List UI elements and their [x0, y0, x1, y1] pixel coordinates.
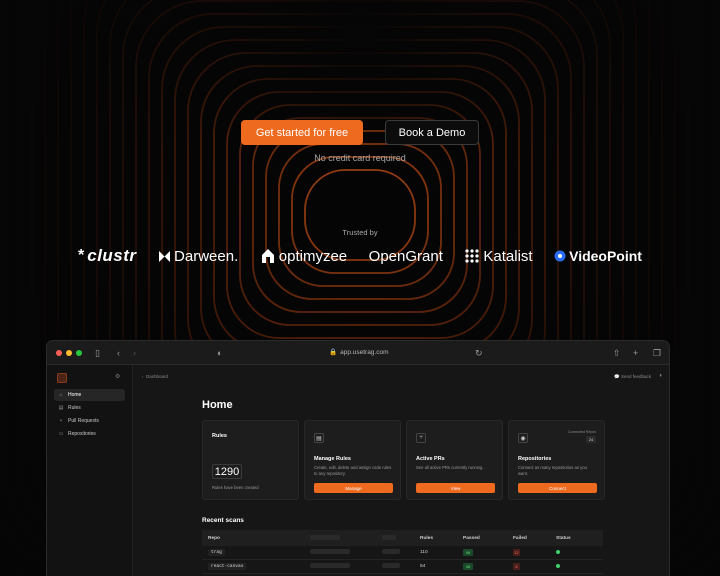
sidebar-toggle-icon[interactable]: ▯ [95, 347, 100, 359]
card-description: Connect as many repositories as you want… [518, 465, 587, 476]
new-tab-icon[interactable]: + [633, 347, 638, 359]
logo-opengrant: OpenGrant [368, 247, 443, 265]
card-description: Create, edit, delete and assign code rul… [314, 465, 392, 476]
rules-icon: ▤ [58, 405, 64, 411]
url-text: app.usetrag.com [340, 348, 389, 356]
column-header-status: Status [556, 535, 571, 541]
column-header-rules: Rules [420, 535, 434, 541]
book-demo-button[interactable]: Book a Demo [385, 120, 479, 145]
trusted-logos: * clustr Darween. optimyzee OpenGrant Ka… [78, 244, 642, 268]
darween-mark-icon [159, 250, 171, 262]
send-feedback-link[interactable]: 💬 Send feedback [614, 374, 651, 380]
rules-count-cell: 54 [420, 564, 426, 569]
videopoint-mark-icon [554, 250, 566, 262]
logo-videopoint: VideoPoint [554, 248, 642, 264]
card-description: See all active PRs currently running. [416, 465, 484, 470]
address-bar[interactable]: 🔒 app.usetrag.com [329, 348, 389, 357]
rules-count-note: Rules have been created [212, 485, 259, 490]
github-icon: ◉ [518, 433, 528, 443]
get-started-button[interactable]: Get started for free [241, 120, 363, 145]
theme-toggle-icon[interactable]: ◑ [658, 373, 662, 379]
asterisk-icon: * [78, 247, 85, 264]
active-prs-card: ⑂ Active PRs See all active PRs currentl… [406, 420, 503, 500]
no-credit-card-note: No credit card required [314, 153, 406, 163]
rules-count: 1290 [212, 464, 242, 479]
logo-katalist: Katalist [464, 248, 533, 265]
share-icon[interactable]: ⇧ [613, 347, 621, 359]
passed-badge: 48 [463, 563, 473, 570]
page-title: Home [202, 399, 233, 411]
sidebar-item-repositories[interactable]: ▭ Repositories [54, 428, 125, 440]
trusted-by-label: Trusted by [342, 228, 378, 237]
main-content: ‹ Dashboard 💬 Send feedback ◑ Home Rules… [134, 365, 669, 576]
optimyzee-mark-icon [261, 249, 274, 263]
sidebar-item-label: Repositories [68, 431, 96, 437]
column-header-passed: Passed [463, 535, 480, 541]
table-row[interactable]: trag 110 98 12 [202, 546, 603, 560]
rules-summary-card: Rules 1290 Rules have been created [202, 420, 299, 500]
rules-doc-icon: ▤ [314, 433, 324, 443]
sidebar-item-label: Home [68, 392, 82, 398]
connected-repos-info: Connected Repos 24 [567, 430, 596, 443]
rules-count-cell: 110 [420, 550, 428, 555]
logo-darween: Darween. [158, 248, 238, 265]
back-icon[interactable]: ‹ [117, 347, 120, 359]
browser-titlebar: ▯ ‹ › ◐ 🔒 app.usetrag.com ↻ ⇧ + ❐ [47, 341, 669, 365]
lock-icon: 🔒 [329, 349, 338, 356]
recent-scans-title: Recent scans [202, 517, 244, 524]
background-ring [252, 117, 468, 313]
recent-scans-table: Repo Rules Passed Failed Status trag 110… [202, 530, 603, 574]
tabs-overview-icon[interactable]: ❐ [653, 347, 661, 359]
passed-badge: 98 [463, 549, 473, 556]
maximize-window-dot[interactable] [76, 349, 82, 356]
connect-button[interactable]: Connect [518, 483, 597, 493]
table-row[interactable]: react-canvas 54 48 6 [202, 560, 603, 574]
sidebar: ⚙ ⌂ Home ▤ Rules ⑂ Pull Requests ▭ Repos… [47, 365, 133, 576]
repositories-card: ◉ Connected Repos 24 Repositories Connec… [508, 420, 605, 500]
app-logo[interactable] [57, 373, 67, 383]
column-header-blurred [382, 534, 420, 542]
home-icon: ⌂ [59, 392, 63, 398]
table-header: Repo Rules Passed Failed Status [202, 530, 603, 546]
window-controls [56, 349, 82, 356]
manage-rules-card: ▤ Manage Rules Create, edit, delete and … [304, 420, 401, 500]
status-indicator [556, 563, 560, 568]
sidebar-item-rules[interactable]: ▤ Rules [54, 402, 125, 414]
sidebar-item-label: Pull Requests [68, 418, 99, 424]
pull-request-icon: ⑂ [59, 418, 63, 424]
card-title: Manage Rules [314, 456, 351, 462]
minimize-window-dot[interactable] [66, 349, 72, 356]
sidebar-item-pull-requests[interactable]: ⑂ Pull Requests [54, 415, 125, 427]
breadcrumb[interactable]: ‹ Dashboard [142, 374, 168, 379]
sidebar-item-home[interactable]: ⌂ Home [54, 389, 125, 401]
gear-icon[interactable]: ⚙ [115, 373, 120, 380]
logo-clustr: * clustr [78, 246, 137, 265]
view-button[interactable]: View [416, 483, 495, 493]
column-header-failed: Failed [513, 535, 527, 541]
reload-icon[interactable]: ↻ [475, 347, 483, 359]
rules-card-label: Rules [212, 433, 227, 439]
connected-repos-count: 24 [586, 436, 596, 443]
failed-badge: 6 [513, 563, 520, 570]
card-title: Repositories [518, 456, 552, 462]
close-window-dot[interactable] [56, 349, 62, 356]
repo-name: trag [208, 549, 225, 556]
cta-row: Get started for free Book a Demo [0, 120, 720, 145]
pull-request-icon: ⑂ [416, 433, 426, 443]
shield-icon[interactable]: ◐ [217, 347, 222, 359]
card-title: Active PRs [416, 456, 445, 462]
folder-icon: ▭ [58, 431, 64, 437]
manage-button[interactable]: Manage [314, 483, 393, 493]
forward-icon[interactable]: › [133, 347, 136, 359]
sidebar-item-label: Rules [68, 405, 81, 411]
column-header-blurred [310, 534, 382, 542]
app-window: ▯ ‹ › ◐ 🔒 app.usetrag.com ↻ ⇧ + ❐ ⚙ ⌂ Ho… [46, 340, 670, 576]
logo-optimyzee: optimyzee [260, 248, 347, 265]
failed-badge: 12 [513, 549, 520, 556]
column-header-repo: Repo [208, 535, 220, 541]
status-indicator [556, 549, 560, 554]
repo-name: react-canvas [208, 563, 247, 570]
katalist-dots-icon [465, 249, 479, 263]
